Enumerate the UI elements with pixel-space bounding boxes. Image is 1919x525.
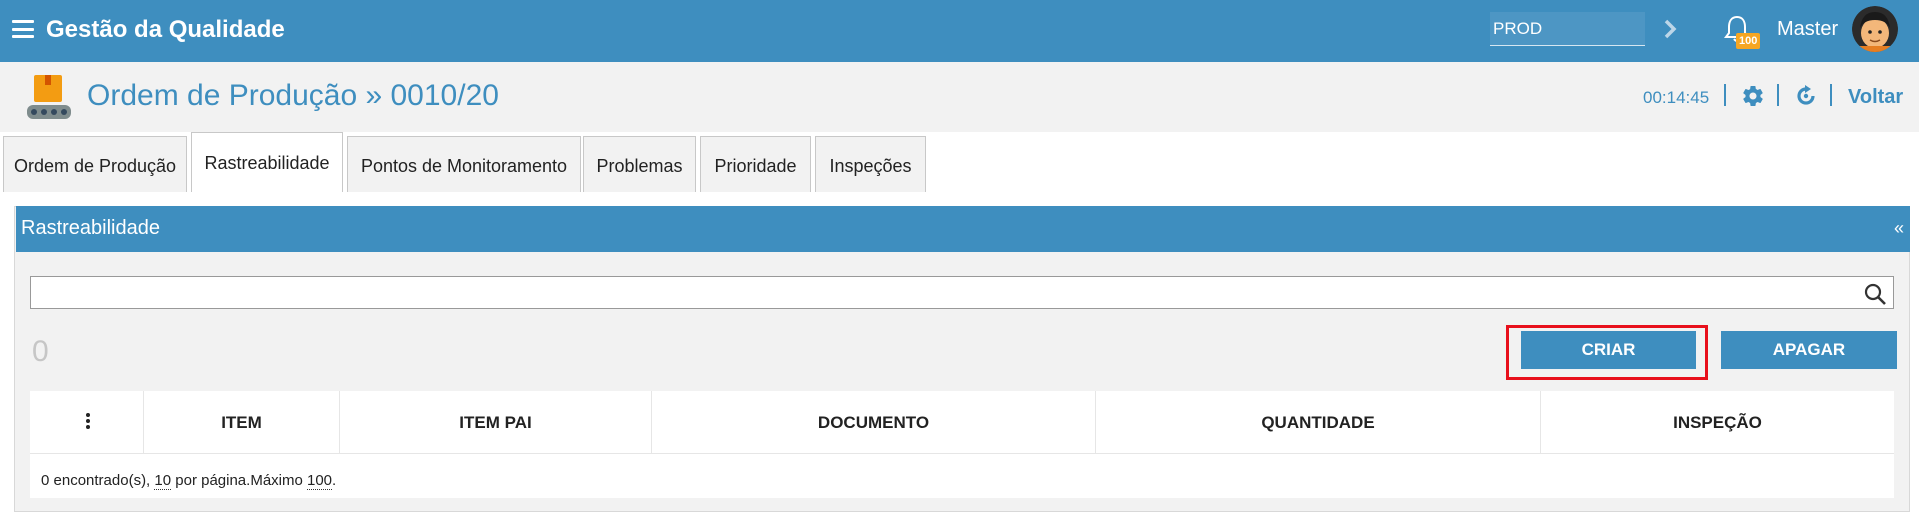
tab-problemas[interactable]: Problemas: [583, 136, 696, 196]
gear-icon[interactable]: [1741, 84, 1765, 108]
collapse-icon[interactable]: «: [1894, 218, 1904, 239]
column-actions: [30, 391, 144, 454]
divider: [1724, 84, 1726, 106]
column-header-item-pai[interactable]: ITEM PAI: [340, 391, 652, 454]
panel-title: Rastreabilidade: [21, 217, 160, 239]
tab-bar: Ordem de Produção Rastreabilidade Pontos…: [0, 132, 1919, 196]
tab-inspecoes[interactable]: Inspeções: [815, 136, 926, 196]
tab-pontos-de-monitoramento[interactable]: Pontos de Monitoramento: [347, 136, 581, 196]
divider: [1830, 84, 1832, 106]
avatar[interactable]: [1852, 6, 1898, 52]
app-title: Gestão da Qualidade: [46, 16, 285, 43]
column-header-documento[interactable]: DOCUMENTO: [652, 391, 1096, 454]
production-order-icon: [27, 75, 71, 119]
tab-rastreabilidade[interactable]: Rastreabilidade: [191, 132, 343, 192]
user-name[interactable]: Master: [1777, 18, 1838, 41]
create-button[interactable]: CRIAR: [1521, 331, 1696, 369]
session-timer: 00:14:45: [1643, 88, 1710, 107]
per-page-label: por página.Máximo: [171, 472, 307, 489]
search-icon[interactable]: [1863, 282, 1887, 306]
table-header: ITEM ITEM PAI DOCUMENTO QUANTIDADE INSPE…: [30, 391, 1894, 454]
column-header-quantidade[interactable]: QUANTIDADE: [1096, 391, 1541, 454]
column-header-inspecao[interactable]: INSPEÇÃO: [1541, 391, 1894, 454]
record-count: 0: [32, 335, 49, 368]
per-page-selector[interactable]: 10: [154, 472, 172, 490]
tab-prioridade[interactable]: Prioridade: [700, 136, 811, 196]
page-title: Ordem de Produção » 0010/20: [87, 79, 499, 112]
search-input[interactable]: [31, 277, 1861, 308]
back-link[interactable]: Voltar: [1848, 86, 1903, 109]
chevron-right-icon[interactable]: [1660, 17, 1680, 41]
page-header: Ordem de Produção » 0010/20 00:14:45 Vol…: [0, 62, 1919, 132]
pagination-info: 0 encontrado(s), 10 por página.Máximo 10…: [41, 472, 337, 490]
panel-header: Rastreabilidade «: [16, 206, 1910, 252]
found-count: 0 encontrado(s),: [41, 472, 155, 489]
top-bar: Gestão da Qualidade 100 Master: [0, 0, 1919, 62]
menu-icon[interactable]: [12, 20, 34, 38]
notification-badge: 100: [1736, 33, 1761, 49]
divider: [1777, 84, 1779, 106]
tab-ordem-de-producao[interactable]: Ordem de Produção: [3, 136, 187, 196]
max-selector[interactable]: 100: [307, 472, 333, 490]
environment-field[interactable]: [1490, 12, 1645, 46]
kebab-menu-icon[interactable]: [85, 413, 91, 431]
refresh-icon[interactable]: [1794, 84, 1818, 108]
footer-end: .: [332, 472, 337, 489]
delete-button[interactable]: APAGAR: [1721, 331, 1897, 369]
column-header-item[interactable]: ITEM: [144, 391, 340, 454]
search-box: [30, 276, 1894, 309]
rastreabilidade-table: ITEM ITEM PAI DOCUMENTO QUANTIDADE INSPE…: [30, 391, 1894, 498]
